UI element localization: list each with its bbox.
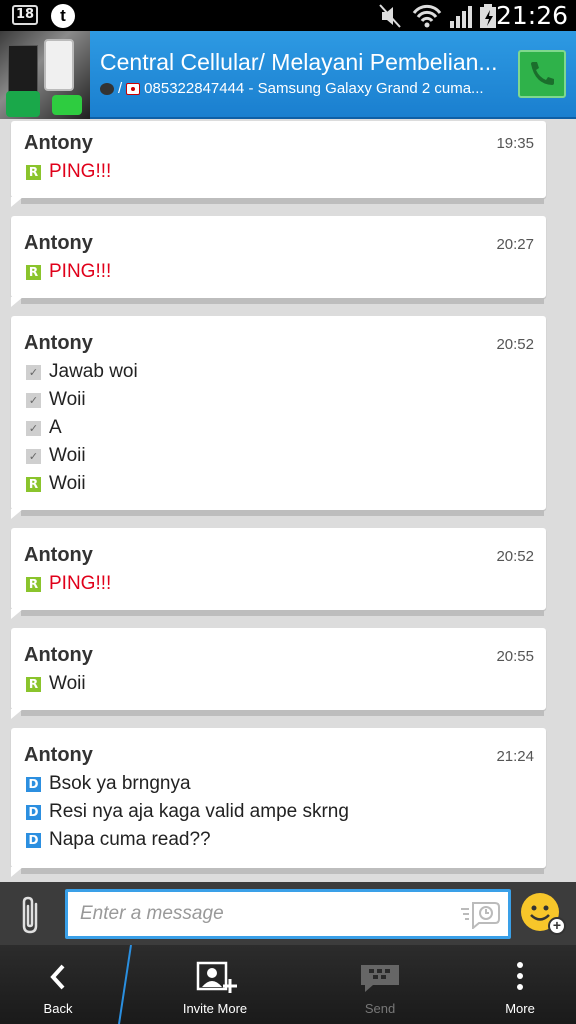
read-status-icon: R [26,576,41,592]
phone-icon [531,62,554,85]
message-time: 21:24 [496,748,534,765]
checkmark-icon: ✓ [26,392,41,408]
message-time: 20:52 [496,548,534,565]
action-bar: Back Invite More Send More [0,945,576,1024]
chat-header[interactable]: Central Cellular/ Melayani Pembelian... … [0,31,576,119]
read-status-icon: R [26,676,41,692]
attach-icon[interactable] [16,894,46,936]
status-emoji-icon [100,82,114,95]
message-line: ✓ Woii [26,389,86,411]
message-text: Bsok ya brngnya [49,773,191,794]
more-label: More [505,1001,535,1016]
invite-icon [196,961,237,993]
status-icons [379,4,496,28]
sender-name: Antony [24,332,93,354]
chat-title: Central Cellular/ Melayani Pembelian... [100,49,498,75]
message-text: Woii [49,673,86,694]
mute-icon [379,4,401,28]
timed-message-icon[interactable] [459,899,501,929]
invite-label: Invite More [182,1001,248,1016]
delivered-status-icon: D [26,832,41,848]
read-status-icon: R [26,476,41,492]
chat-subtitle-text: 085322847444 - Samsung Galaxy Grand 2 cu… [144,80,484,97]
composer-bar: + [0,882,576,945]
checkmark-icon: ✓ [26,420,41,436]
overflow-menu-icon [517,962,523,990]
message-bubble[interactable]: Antony 19:35 R PING!!! [11,121,546,207]
message-line: ✓ Jawab woi [26,361,138,383]
app-notification-icon: t [51,4,75,28]
status-bar: 18 t 21:26 [0,0,576,31]
message-line: D Napa cuma read?? [26,829,211,851]
message-bubble[interactable]: Antony 20:52 ✓ Jawab woi ✓ Woii ✓ A ✓ Wo… [11,316,546,519]
notification-count-icon: 18 [12,5,38,25]
message-text: PING!!! [49,161,112,182]
contact-avatar[interactable] [0,31,90,119]
back-label: Back [43,1001,73,1016]
wifi-icon [412,4,442,23]
add-icon: + [548,917,566,935]
sender-name: Antony [24,232,93,254]
message-text: A [49,417,62,438]
invite-more-button[interactable]: Invite More [160,945,270,1024]
message-line: R PING!!! [26,161,111,183]
back-arrow-icon [50,964,65,990]
sender-name: Antony [24,744,93,766]
message-line: R PING!!! [26,573,111,595]
message-line: D Resi nya aja kaga valid ampe skrng [26,801,349,823]
message-time: 19:35 [496,135,534,152]
message-text: Woii [49,473,86,494]
send-button[interactable]: Send [330,945,430,1024]
message-time: 20:55 [496,648,534,665]
sender-name: Antony [24,644,93,666]
voice-call-button[interactable] [518,50,566,98]
message-bubble[interactable]: Antony 20:55 R Woii [11,628,546,719]
message-line: R PING!!! [26,261,111,283]
sender-name: Antony [24,544,93,566]
delivered-status-icon: D [26,804,41,820]
message-bubble[interactable]: Antony 20:52 R PING!!! [11,528,546,619]
message-line: R Woii [26,673,86,695]
message-text: PING!!! [49,573,112,594]
message-line: D Bsok ya brngnya [26,773,191,795]
message-list[interactable]: Antony 19:35 R PING!!! Antony 20:27 R PI… [0,121,576,882]
message-time: 20:52 [496,336,534,353]
message-text: PING!!! [49,261,112,282]
bbm-send-icon [361,965,399,992]
send-label: Send [364,1001,396,1016]
chat-subtitle: / 085322847444 - Samsung Galaxy Grand 2 … [100,80,510,97]
sender-name: Antony [24,132,93,154]
message-text: Woii [49,445,86,466]
clock: 21:26 [495,1,568,30]
message-text: Jawab woi [49,361,138,382]
message-bubble[interactable]: Antony 20:27 R PING!!! [11,216,546,307]
message-input[interactable] [65,889,511,939]
read-status-icon: R [26,164,41,180]
checkmark-icon: ✓ [26,364,41,380]
message-text: Resi nya aja kaga valid ampe skrng [49,801,349,822]
read-status-icon: R [26,264,41,280]
checkmark-icon: ✓ [26,448,41,464]
delivered-status-icon: D [26,776,41,792]
battery-icon [480,4,496,28]
message-line: ✓ A [26,417,62,439]
message-line: R Woii [26,473,86,495]
message-bubble[interactable]: Antony 21:24 D Bsok ya brngnya D Resi ny… [11,728,546,877]
message-text: Napa cuma read?? [49,829,211,850]
back-button[interactable]: Back [0,945,116,1024]
message-line: ✓ Woii [26,445,86,467]
divider [118,945,132,1024]
signal-icon [450,6,472,28]
message-time: 20:27 [496,236,534,253]
flag-icon [126,82,141,95]
message-text: Woii [49,389,86,410]
more-button[interactable]: More [470,945,570,1024]
